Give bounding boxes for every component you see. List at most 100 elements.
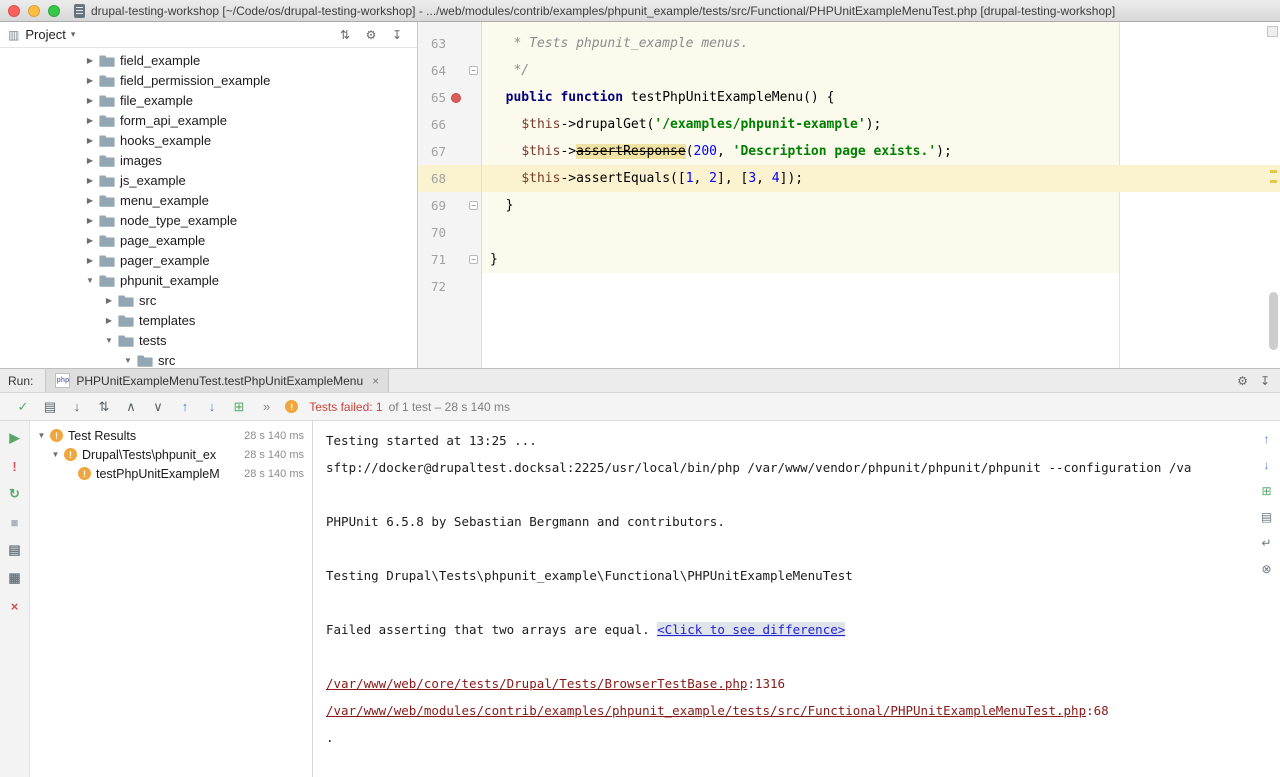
open-results-button[interactable]: ⊞ bbox=[228, 397, 250, 417]
show-console-output-button[interactable]: ▤ bbox=[39, 397, 61, 417]
clear-console-icon[interactable]: ⊗ bbox=[1259, 561, 1275, 577]
chevron-right-icon[interactable]: ▶ bbox=[84, 56, 96, 65]
sort-by-duration-button[interactable]: ⇅ bbox=[93, 397, 115, 417]
project-tree-item[interactable]: ▼src bbox=[0, 350, 417, 368]
chevron-right-icon[interactable]: ▶ bbox=[84, 156, 96, 165]
project-item-label: menu_example bbox=[120, 193, 209, 208]
project-tree-item[interactable]: ▶field_permission_example bbox=[0, 70, 417, 90]
chevron-right-icon[interactable]: ▶ bbox=[103, 296, 115, 305]
chevron-down-icon[interactable]: ▼ bbox=[122, 356, 134, 365]
warning-stripe-mark[interactable] bbox=[1270, 180, 1277, 183]
project-tree-item[interactable]: ▶src bbox=[0, 290, 417, 310]
project-tree-item[interactable]: ▶images bbox=[0, 150, 417, 170]
chevron-right-icon[interactable]: ▶ bbox=[84, 256, 96, 265]
test-tree-item[interactable]: !testPhpUnitExampleM28 s 140 ms bbox=[30, 464, 312, 483]
show-passed-button[interactable]: ✓ bbox=[12, 397, 34, 417]
next-failed-test-button[interactable]: ↓ bbox=[201, 397, 223, 417]
close-button[interactable]: × bbox=[6, 597, 24, 615]
run-panel-settings-gear-icon[interactable]: ⚙ bbox=[1237, 374, 1248, 388]
close-window-button[interactable] bbox=[8, 5, 20, 17]
code-line[interactable]: } bbox=[482, 192, 1280, 219]
code-line[interactable]: public function testPhpUnitExampleMenu()… bbox=[482, 84, 1280, 111]
chevron-right-icon[interactable]: ▶ bbox=[84, 216, 96, 225]
run-tab[interactable]: php PHPUnitExampleMenuTest.testPhpUnitEx… bbox=[45, 369, 389, 392]
test-history-button[interactable]: ▤ bbox=[6, 541, 24, 559]
code-line[interactable]: $this->assertEquals([1, 2], [3, 4]); bbox=[482, 165, 1280, 192]
print-icon[interactable]: ▤ bbox=[1259, 509, 1275, 525]
editor-scrollbar[interactable] bbox=[1269, 292, 1278, 350]
export-results-icon[interactable]: ⊞ bbox=[1259, 483, 1275, 499]
chevron-down-icon[interactable]: ▼ bbox=[36, 431, 47, 440]
project-tree-item[interactable]: ▶templates bbox=[0, 310, 417, 330]
fold-marker-icon[interactable]: − bbox=[469, 66, 478, 75]
project-tree-item[interactable]: ▶field_example bbox=[0, 50, 417, 70]
project-tree-item[interactable]: ▼phpunit_example bbox=[0, 270, 417, 290]
project-tree-item[interactable]: ▶hooks_example bbox=[0, 130, 417, 150]
close-tab-icon[interactable]: × bbox=[372, 374, 379, 388]
project-tree-item[interactable]: ▶ menu_example bbox=[0, 190, 417, 210]
toggle-auto-test-button[interactable]: ↻ bbox=[6, 485, 24, 503]
warning-stripe-mark[interactable] bbox=[1270, 170, 1277, 173]
code-line[interactable]: $this->drupalGet('/examples/phpunit-exam… bbox=[482, 111, 1280, 138]
project-panel-title[interactable]: Project bbox=[25, 27, 65, 42]
chevron-down-icon[interactable]: ▾ bbox=[71, 29, 76, 40]
chevron-right-icon[interactable]: ▶ bbox=[84, 176, 96, 185]
stacktrace-link[interactable]: /var/www/web/modules/contrib/examples/ph… bbox=[326, 703, 1086, 718]
test-tree-item[interactable]: ▼!Test Results28 s 140 ms bbox=[30, 426, 312, 445]
chevron-right-icon[interactable]: ▶ bbox=[84, 76, 96, 85]
folder-icon bbox=[99, 274, 117, 287]
failed-test-gutter-icon[interactable] bbox=[451, 93, 461, 103]
code-line[interactable]: } bbox=[482, 246, 1280, 273]
rerun-tests-button[interactable]: ▶ bbox=[6, 429, 24, 447]
fold-marker-icon[interactable]: − bbox=[469, 255, 478, 264]
project-tree-item[interactable]: ▶file_example bbox=[0, 90, 417, 110]
folder-icon bbox=[99, 74, 117, 87]
stacktrace-link[interactable]: /var/www/web/core/tests/Drupal/Tests/Bro… bbox=[326, 676, 747, 691]
chevron-right-icon[interactable]: ▶ bbox=[84, 196, 96, 205]
chevron-down-icon[interactable]: ▼ bbox=[84, 276, 96, 285]
minimize-window-button[interactable] bbox=[28, 5, 40, 17]
expand-all-button[interactable]: ∨ bbox=[147, 397, 169, 417]
project-tree-item[interactable]: ▶form_api_example bbox=[0, 110, 417, 130]
code-token: ); bbox=[866, 117, 882, 132]
chevron-down-icon[interactable]: ▼ bbox=[103, 336, 115, 345]
settings-gear-icon[interactable]: ⚙ bbox=[363, 28, 379, 42]
sort-alphabetically-button[interactable]: ↓ bbox=[66, 397, 88, 417]
code-token: ( bbox=[686, 144, 694, 159]
project-tree-item[interactable]: ▶node_type_example bbox=[0, 210, 417, 230]
chevron-down-icon[interactable]: ▼ bbox=[50, 450, 61, 459]
navigate-down-stacktrace-icon[interactable]: ↓ bbox=[1259, 457, 1275, 473]
project-tree-item[interactable]: ▼tests bbox=[0, 330, 417, 350]
collapse-all-icon[interactable]: ⇅ bbox=[337, 28, 353, 42]
rerun-failed-tests-button[interactable]: ! bbox=[6, 457, 24, 475]
fold-marker-icon[interactable]: − bbox=[469, 201, 478, 210]
chevron-right-icon[interactable]: ▶ bbox=[84, 236, 96, 245]
console-line: . bbox=[326, 724, 1253, 751]
console-output[interactable]: Testing started at 13:25 ...sftp://docke… bbox=[313, 421, 1253, 777]
soft-wrap-icon[interactable]: ↵ bbox=[1259, 535, 1275, 551]
test-tree-item[interactable]: ▼!Drupal\Tests\phpunit_ex28 s 140 ms bbox=[30, 445, 312, 464]
pin-tab-button[interactable]: ▦ bbox=[6, 569, 24, 587]
code-line[interactable] bbox=[482, 273, 1280, 300]
hide-panel-icon[interactable]: ↧ bbox=[389, 28, 405, 42]
diff-link[interactable]: <Click to see difference> bbox=[657, 622, 845, 637]
chevron-right-icon[interactable]: ▶ bbox=[84, 96, 96, 105]
chevron-right-icon[interactable]: ▶ bbox=[84, 116, 96, 125]
project-tree-item[interactable]: ▶pager_example bbox=[0, 250, 417, 270]
zoom-window-button[interactable] bbox=[48, 5, 60, 17]
collapse-all-button[interactable]: ∧ bbox=[120, 397, 142, 417]
project-tree-item[interactable]: ▶js_example bbox=[0, 170, 417, 190]
stop-button[interactable]: ■ bbox=[6, 513, 24, 531]
code-line[interactable]: */ bbox=[482, 57, 1280, 84]
code-line[interactable]: * Tests phpunit_example menus. bbox=[482, 30, 1280, 57]
previous-failed-test-button[interactable]: ↑ bbox=[174, 397, 196, 417]
code-line[interactable] bbox=[482, 219, 1280, 246]
project-tree-item[interactable]: ▶page_example bbox=[0, 230, 417, 250]
editor-code[interactable]: * Tests phpunit_example menus. */ public… bbox=[482, 22, 1280, 368]
editor[interactable]: 6364−6566676869−7071−72 * Tests phpunit_… bbox=[418, 22, 1280, 368]
chevron-right-icon[interactable]: ▶ bbox=[103, 316, 115, 325]
hide-run-panel-icon[interactable]: ↧ bbox=[1260, 374, 1270, 388]
code-line[interactable]: $this->assertResponse(200, 'Description … bbox=[482, 138, 1280, 165]
navigate-up-stacktrace-icon[interactable]: ↑ bbox=[1259, 431, 1275, 447]
chevron-right-icon[interactable]: ▶ bbox=[84, 136, 96, 145]
